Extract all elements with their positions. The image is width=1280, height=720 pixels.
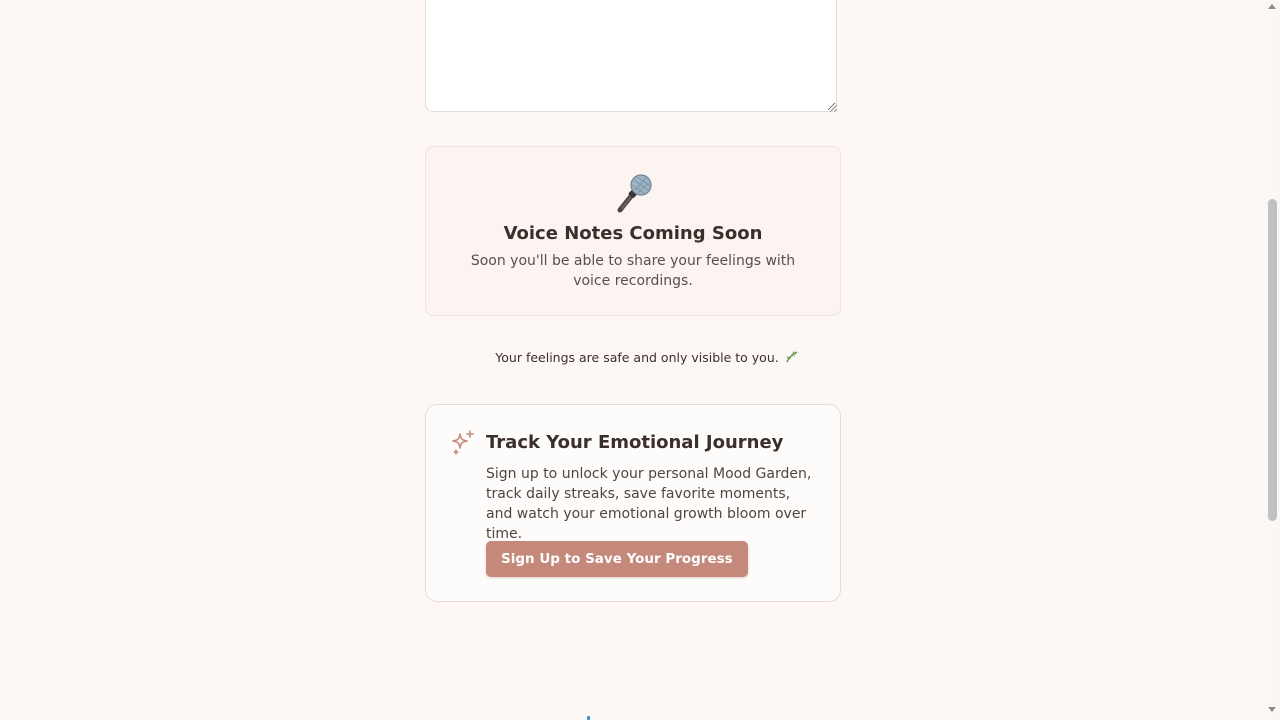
- track-journey-description: Sign up to unlock your personal Mood Gar…: [486, 466, 812, 542]
- scrollbar[interactable]: [1265, 0, 1280, 720]
- partial-element: [587, 716, 590, 720]
- track-journey-title: Track Your Emotional Journey: [486, 432, 784, 453]
- voice-notes-card: Voice Notes Coming Soon Soon you'll be a…: [425, 146, 841, 316]
- leaf-icon: [786, 351, 798, 363]
- sparkles-icon: [452, 430, 474, 455]
- scroll-thumb[interactable]: [1268, 199, 1277, 521]
- microphone-icon: [617, 174, 652, 213]
- scroll-down-icon[interactable]: [1268, 707, 1276, 712]
- page: Voice Notes Coming Soon Soon you'll be a…: [0, 0, 1280, 720]
- scroll-up-icon[interactable]: [1268, 4, 1276, 9]
- privacy-label: Your feelings are safe and only visible …: [495, 350, 779, 365]
- resize-grip-icon[interactable]: [829, 104, 838, 113]
- journal-textarea[interactable]: [425, 0, 837, 112]
- privacy-text: Your feelings are safe and only visible …: [495, 350, 798, 365]
- track-journey-card: Track Your Emotional Journey Sign up to …: [425, 404, 841, 602]
- privacy-note: Your feelings are safe and only visible …: [425, 350, 841, 365]
- voice-notes-description: Soon you'll be able to share your feelin…: [470, 253, 796, 289]
- voice-notes-title: Voice Notes Coming Soon: [503, 223, 763, 244]
- signup-button[interactable]: Sign Up to Save Your Progress: [486, 541, 748, 577]
